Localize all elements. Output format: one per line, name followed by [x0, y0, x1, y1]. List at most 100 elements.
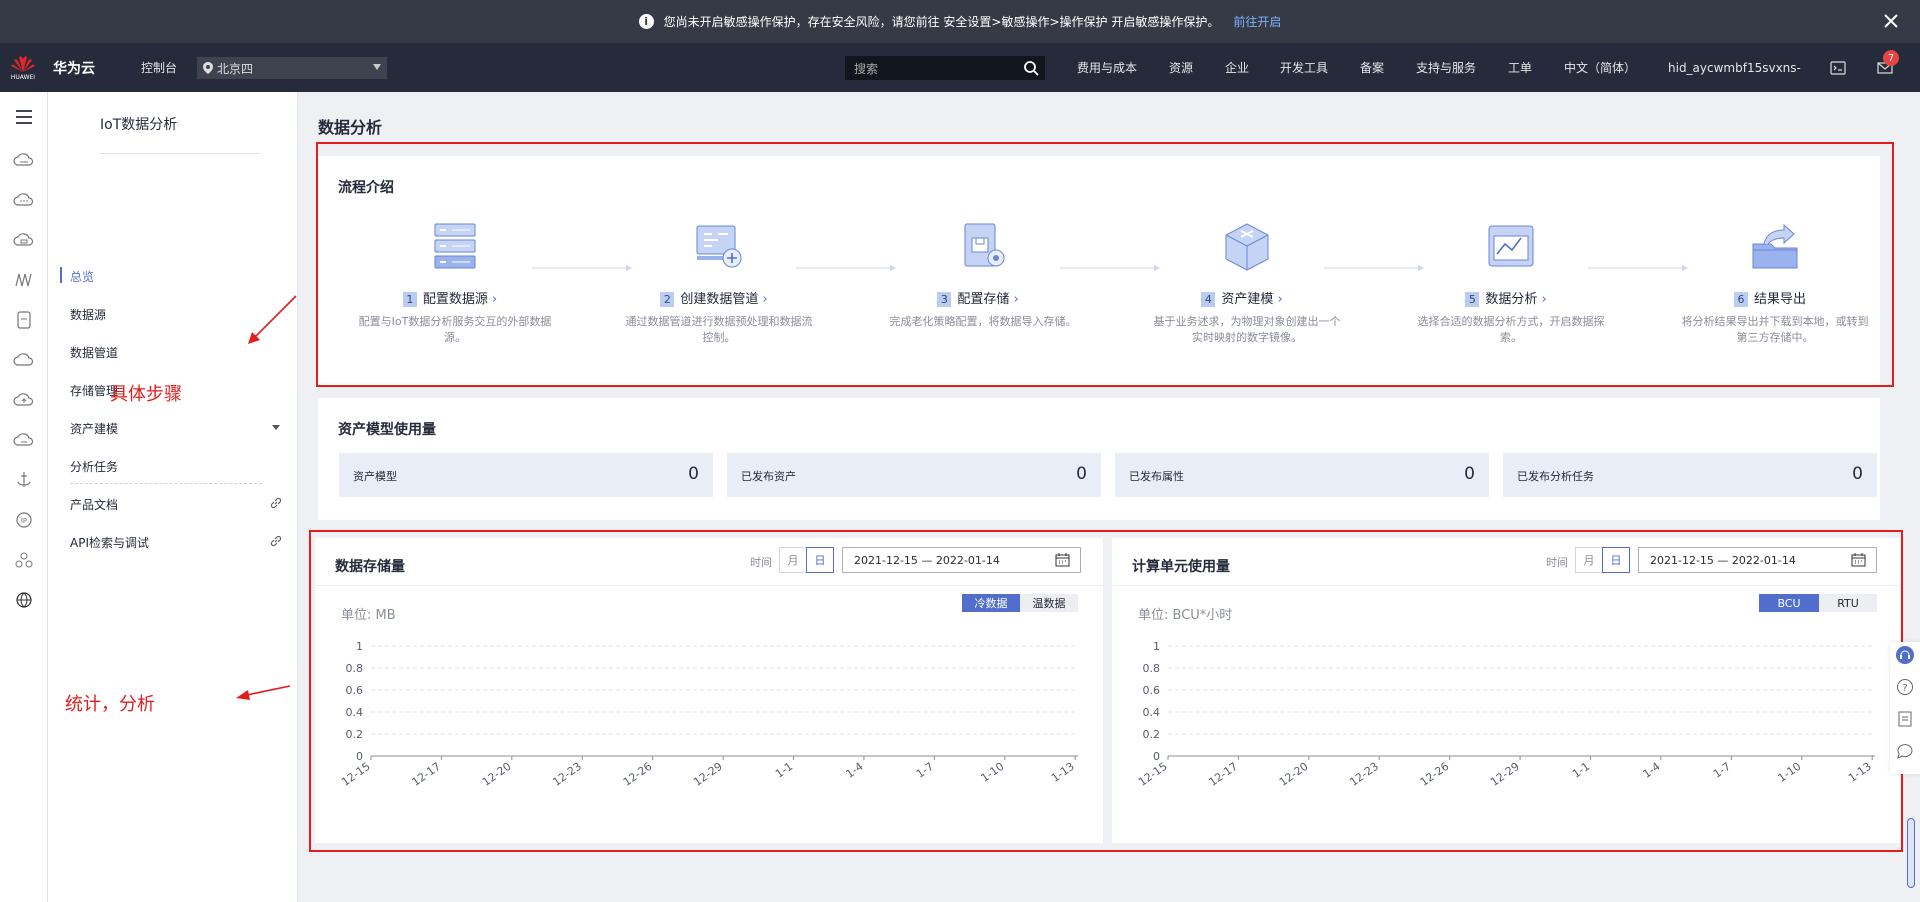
flow-step-4[interactable]: 4 资产建模 › 基于业务述求，为物理对象创建出一个实时映射的数字镜像。	[1132, 222, 1352, 372]
sidebar-dashed-divider	[70, 483, 262, 484]
sidebar-item-docs[interactable]: 产品文档	[70, 496, 118, 513]
usage-value: 0	[1464, 464, 1475, 484]
globe-icon[interactable]	[13, 589, 35, 611]
nav-language[interactable]: 中文（简体）	[1564, 43, 1636, 92]
sidebar-item-overview[interactable]: 总览	[70, 268, 94, 285]
search-input[interactable]: 搜索	[845, 56, 1045, 80]
service-icon-rail: IP	[0, 92, 48, 902]
step-label[interactable]: 配置存储	[957, 292, 1009, 307]
sidebar-title: IoT数据分析	[100, 117, 178, 133]
nav-filing[interactable]: 备案	[1360, 43, 1384, 92]
analysis-icon	[1486, 222, 1536, 272]
cloud-upload-icon[interactable]	[13, 389, 35, 411]
external-link-icon[interactable]	[269, 496, 283, 510]
scroll-thermometer[interactable]	[1907, 818, 1915, 888]
anchor-icon[interactable]	[13, 469, 35, 491]
nav-enterprise[interactable]: 企业	[1225, 43, 1249, 92]
terminal-icon[interactable]	[1830, 43, 1846, 92]
active-indicator	[60, 267, 62, 283]
page-title: 数据分析	[318, 118, 383, 137]
step-description: 完成老化策略配置，将数据导入存储。	[889, 315, 1077, 328]
cloud-sync-icon[interactable]	[13, 429, 35, 451]
nav-billing[interactable]: 费用与成本	[1077, 43, 1137, 92]
step-number: 3	[937, 292, 952, 307]
cloud-database-icon[interactable]	[13, 229, 35, 251]
top-navigation: HUAWEI 华为云 控制台 北京四 搜索 费用与成本 资源 企业 开发工具 备…	[0, 43, 1920, 92]
nav-resources[interactable]: 资源	[1169, 43, 1193, 92]
ip-icon[interactable]: IP	[13, 509, 35, 531]
step-number: 2	[660, 292, 675, 307]
search-icon[interactable]	[1023, 60, 1039, 76]
flow-step-2[interactable]: 2 创建数据管道 › 通过数据管道进行数据预处理和数据流控制。	[604, 222, 824, 372]
flow-steps: 1 配置数据源 › 配置与IoT数据分析服务交互的外部数据源。 2 创建数据管道 ›…	[340, 222, 1869, 372]
nav-support[interactable]: 支持与服务	[1416, 43, 1476, 92]
usage-value: 0	[1076, 464, 1087, 484]
usage-label: 资产模型	[353, 470, 397, 483]
menu-hamburger-icon[interactable]	[13, 106, 35, 128]
nav-dev-tools[interactable]: 开发工具	[1280, 43, 1328, 92]
step-number: 6	[1733, 292, 1748, 307]
export-icon	[1750, 222, 1800, 272]
step-label[interactable]: 资产建模	[1221, 292, 1273, 307]
sidebar-item-api[interactable]: API检索与调试	[70, 534, 149, 551]
nav-tickets[interactable]: 工单	[1508, 43, 1532, 92]
help-icon[interactable]: ?	[1896, 678, 1914, 696]
flow-intro-title: 流程介绍	[338, 180, 394, 196]
logo-text: HUAWEI	[10, 73, 36, 81]
location-pin-icon	[203, 62, 213, 74]
step-description: 选择合适的数据分析方式，开启数据探索。	[1417, 315, 1605, 344]
annotation-stats-label: 统计，分析	[65, 694, 155, 715]
cluster-icon[interactable]	[13, 549, 35, 571]
flow-step-1[interactable]: 1 配置数据源 › 配置与IoT数据分析服务交互的外部数据源。	[340, 222, 560, 372]
pipeline-icon	[694, 222, 744, 272]
search-placeholder: 搜索	[854, 61, 879, 76]
usage-value: 0	[1852, 464, 1863, 484]
annotation-steps-label: 具体步骤	[110, 384, 182, 405]
sidebar-divider	[100, 153, 261, 154]
message-count-badge: 7	[1883, 50, 1899, 66]
info-icon: i	[638, 14, 654, 29]
close-icon[interactable]	[1878, 8, 1904, 34]
chevron-right-icon: ›	[1013, 292, 1019, 307]
feedback-icon[interactable]	[1896, 710, 1914, 728]
cloud-chat-icon[interactable]	[13, 189, 35, 211]
step-number: 4	[1201, 292, 1216, 307]
network-icon[interactable]	[13, 269, 35, 291]
annotation-box-stats	[309, 530, 1903, 852]
annotation-arrow-steps	[248, 295, 297, 344]
cloud-icon[interactable]	[13, 349, 35, 371]
usage-published-tasks: 已发布分析任务 0	[1503, 453, 1877, 497]
storage-icon[interactable]	[13, 309, 35, 331]
step-label[interactable]: 数据分析	[1485, 292, 1537, 307]
usage-label: 已发布资产	[741, 470, 796, 483]
cloud-server-icon[interactable]	[13, 149, 35, 171]
usage-label: 已发布属性	[1129, 470, 1184, 483]
banner-enable-link[interactable]: 前往开启	[1233, 13, 1281, 30]
banner-message: 您尚未开启敏感操作保护，存在安全风险，请您前往 安全设置>敏感操作>操作保护 开…	[663, 15, 1220, 29]
huawei-logo[interactable]: HUAWEI	[10, 43, 36, 92]
usage-published-properties: 已发布属性 0	[1115, 453, 1489, 497]
sidebar-item-data-source[interactable]: 数据源	[70, 306, 106, 323]
sidebar-item-pipeline[interactable]: 数据管道	[70, 344, 118, 361]
usage-label: 已发布分析任务	[1517, 470, 1594, 483]
step-label[interactable]: 创建数据管道	[680, 292, 758, 307]
sidebar-item-asset-modeling[interactable]: 资产建模	[70, 420, 118, 437]
step-description: 基于业务述求，为物理对象创建出一个实时映射的数字镜像。	[1153, 315, 1341, 344]
flow-step-3[interactable]: 3 配置存储 › 完成老化策略配置，将数据导入存储。	[868, 222, 1088, 372]
user-account[interactable]: hid_aycwmbf15svxns-	[1668, 43, 1801, 92]
external-link-icon[interactable]	[269, 534, 283, 548]
region-selector[interactable]: 北京四	[197, 57, 387, 79]
asset-model-icon	[1222, 222, 1272, 272]
console-link[interactable]: 控制台	[141, 43, 177, 92]
flow-step-5[interactable]: 5 数据分析 › 选择合适的数据分析方式，开启数据探索。	[1396, 222, 1616, 372]
headset-icon[interactable]	[1896, 646, 1914, 664]
security-warning-banner: i 您尚未开启敏感操作保护，存在安全风险，请您前往 安全设置>敏感操作>操作保护…	[0, 0, 1920, 43]
chat-icon[interactable]	[1896, 742, 1914, 760]
step-number: 5	[1465, 292, 1480, 307]
sidebar-item-analysis-task[interactable]: 分析任务	[70, 458, 118, 475]
chevron-down-icon[interactable]	[272, 425, 280, 430]
brand-name[interactable]: 华为云	[53, 43, 95, 92]
step-label[interactable]: 配置数据源	[423, 292, 488, 307]
region-label: 北京四	[217, 61, 254, 76]
huawei-logo-icon	[11, 55, 35, 72]
